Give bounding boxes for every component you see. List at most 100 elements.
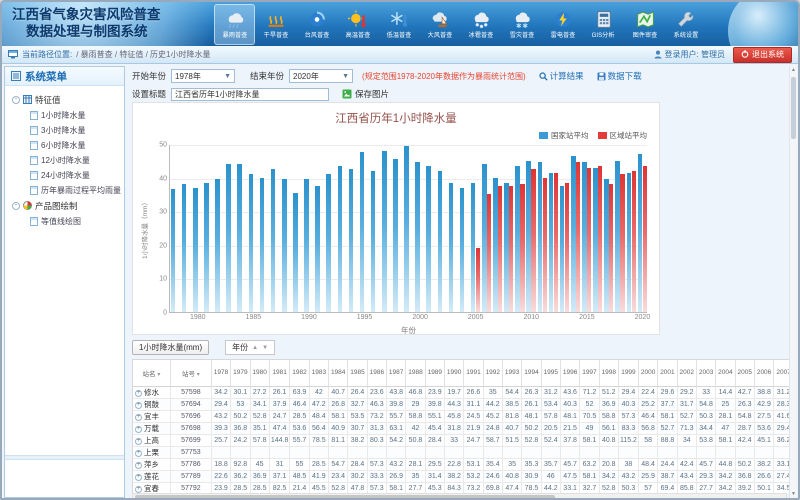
main-vertical-scrollbar[interactable]: ▲ ▼ [789, 66, 797, 499]
col-header-year-1995[interactable]: 1995 [541, 360, 560, 386]
toolbar-item-high-temp[interactable]: 高温普查 [337, 4, 378, 45]
col-header-year-2001[interactable]: 2001 [658, 360, 677, 386]
tree-expander-icon[interactable]: - [12, 96, 20, 104]
row-expander-icon[interactable]: + [135, 450, 142, 457]
legend-regional[interactable]: 区域站平均 [598, 130, 648, 141]
col-header-year-1991[interactable]: 1991 [464, 360, 483, 386]
table-row-57699[interactable]: +上高5769925.724.257.8144.855.778.581.138.… [133, 434, 794, 446]
end-year-select[interactable]: 2020年▼ [289, 69, 353, 83]
row-expander-icon[interactable]: + [135, 438, 142, 445]
toolbar-item-lightning[interactable]: 雷电普查 [542, 4, 583, 45]
col-header-year-2000[interactable]: 2000 [638, 360, 657, 386]
station-name-cell[interactable]: +铜鼓 [133, 398, 170, 410]
sidebar-item-1-0[interactable]: 等值线绘图 [8, 214, 121, 229]
sidebar-group-1[interactable]: -产品图绘制 [8, 198, 121, 214]
table-horizontal-scrollbar[interactable] [132, 493, 787, 500]
toolbar-item-settings[interactable]: 系统设置 [665, 4, 706, 45]
table-row-57598[interactable]: +修水5759834.230.127.226.163.94240.726.423… [133, 386, 794, 398]
download-button[interactable]: 数据下载 [597, 70, 642, 82]
col-header-year-2002[interactable]: 2002 [677, 360, 696, 386]
col-header-year-2005[interactable]: 2005 [735, 360, 754, 386]
sidebar-item-0-3[interactable]: 12小时降水量 [8, 153, 121, 168]
vscroll-thumb[interactable] [791, 77, 796, 139]
scroll-up-icon[interactable]: ▲ [790, 66, 797, 75]
col-header-station-name[interactable]: 站名 ▾ [133, 360, 170, 386]
toolbar-item-low-temp[interactable]: 低温普查 [378, 4, 419, 45]
col-header-year-1985[interactable]: 1985 [348, 360, 367, 386]
table-row-57786[interactable]: +萍乡5778618.892.845315528.554.728.457.343… [133, 458, 794, 470]
table-row-57698[interactable]: +万载5769839.336.835.147.453.656.440.930.7… [133, 422, 794, 434]
station-name-cell[interactable]: +修水 [133, 386, 170, 398]
sort-icon[interactable]: ▾ [157, 372, 160, 378]
row-expander-icon[interactable]: + [135, 402, 142, 409]
year-sort-filter[interactable]: 年份 ▲ ▼ [225, 340, 275, 355]
col-header-year-1998[interactable]: 1998 [599, 360, 618, 386]
col-header-station-id[interactable]: 站号 ▾ [170, 360, 211, 386]
row-expander-icon[interactable]: + [135, 474, 142, 481]
col-header-year-1996[interactable]: 1996 [560, 360, 579, 386]
tree-expander-icon[interactable]: - [12, 202, 20, 210]
table-row-57789[interactable]: +莲花5778922.636.236.937.148.541.923.430.2… [133, 470, 794, 482]
toolbar-item-typhoon[interactable]: 台风普查 [296, 4, 337, 45]
sort-icon[interactable]: ▾ [197, 372, 200, 378]
col-header-year-2003[interactable]: 2003 [696, 360, 715, 386]
station-name-cell[interactable]: +莲花 [133, 470, 170, 482]
col-header-year-1984[interactable]: 1984 [329, 360, 348, 386]
col-header-year-1993[interactable]: 1993 [502, 360, 521, 386]
col-header-year-1999[interactable]: 1999 [618, 360, 638, 386]
calculate-button[interactable]: 计算结果 [539, 70, 584, 82]
toolbar-item-hail[interactable]: 冰雹普查 [460, 4, 501, 45]
hscroll-thumb[interactable] [135, 495, 555, 499]
station-name-cell[interactable]: +宜丰 [133, 410, 170, 422]
row-expander-icon[interactable]: + [135, 462, 142, 469]
chart-title-input[interactable] [171, 88, 329, 101]
sidebar-splitter[interactable] [5, 455, 124, 460]
col-header-year-1997[interactable]: 1997 [580, 360, 599, 386]
breadcrumb-path[interactable]: / 暴雨普查 / 特征值 / 历史1小时降水量 [76, 49, 210, 60]
sort-desc-icon[interactable]: ▼ [262, 345, 268, 351]
col-header-year-1986[interactable]: 1986 [367, 360, 386, 386]
unit-button[interactable]: 1小时降水量(mm) [132, 340, 209, 355]
sidebar-item-0-2[interactable]: 6小时降水量 [8, 138, 121, 153]
station-name-cell[interactable]: +上栗 [133, 446, 170, 458]
col-header-year-1992[interactable]: 1992 [483, 360, 502, 386]
col-header-year-1987[interactable]: 1987 [387, 360, 406, 386]
col-header-year-1979[interactable]: 1979 [231, 360, 250, 386]
legend-national[interactable]: 国家站平均 [539, 130, 589, 141]
toolbar-item-drought[interactable]: 干旱普查 [255, 4, 296, 45]
table-row-57792[interactable]: +宜春5779223.928.528.582.521.445.552.847.8… [133, 482, 794, 493]
sidebar-item-0-4[interactable]: 24小时降水量 [8, 168, 121, 183]
table-row-57694[interactable]: +铜鼓5769429.45334.137.946.447.226.832.746… [133, 398, 794, 410]
table-row-57696[interactable]: +宜丰5769643.250.252.824.728.548.458.153.5… [133, 410, 794, 422]
logout-button[interactable]: 退出系统 [733, 47, 792, 63]
col-header-year-1978[interactable]: 1978 [211, 360, 230, 386]
toolbar-item-wind[interactable]: 大风普查 [419, 4, 460, 45]
toolbar-item-map-review[interactable]: 图件审查 [624, 4, 665, 45]
station-name-cell[interactable]: +萍乡 [133, 458, 170, 470]
col-header-year-1994[interactable]: 1994 [522, 360, 541, 386]
col-header-year-1988[interactable]: 1988 [406, 360, 425, 386]
toolbar-item-gis[interactable]: GIS分析 [583, 4, 624, 45]
sidebar-group-0[interactable]: -特征值 [8, 92, 121, 108]
col-header-year-1982[interactable]: 1982 [290, 360, 309, 386]
sidebar-item-0-0[interactable]: 1小时降水量 [8, 108, 121, 123]
col-header-year-1989[interactable]: 1989 [425, 360, 444, 386]
row-expander-icon[interactable]: + [135, 414, 142, 421]
sort-asc-icon[interactable]: ▲ [252, 345, 258, 351]
col-header-year-1981[interactable]: 1981 [269, 360, 290, 386]
row-expander-icon[interactable]: + [135, 486, 142, 493]
col-header-year-1980[interactable]: 1980 [250, 360, 269, 386]
col-header-year-2006[interactable]: 2006 [754, 360, 773, 386]
save-image-button[interactable]: 保存图片 [342, 88, 389, 100]
toolbar-item-snow[interactable]: 雪灾普查 [501, 4, 542, 45]
row-expander-icon[interactable]: + [135, 390, 142, 397]
station-name-cell[interactable]: +上高 [133, 434, 170, 446]
row-expander-icon[interactable]: + [135, 426, 142, 433]
toolbar-item-rainstorm[interactable]: 暴雨普查 [214, 4, 255, 45]
table-row-57753[interactable]: +上栗57753 [133, 446, 794, 458]
sidebar-item-0-5[interactable]: 历年暴雨过程平均雨量 [8, 183, 121, 198]
sidebar-item-0-1[interactable]: 3小时降水量 [8, 123, 121, 138]
station-name-cell[interactable]: +宜春 [133, 482, 170, 493]
scroll-down-icon[interactable]: ▼ [790, 490, 797, 499]
station-name-cell[interactable]: +万载 [133, 422, 170, 434]
